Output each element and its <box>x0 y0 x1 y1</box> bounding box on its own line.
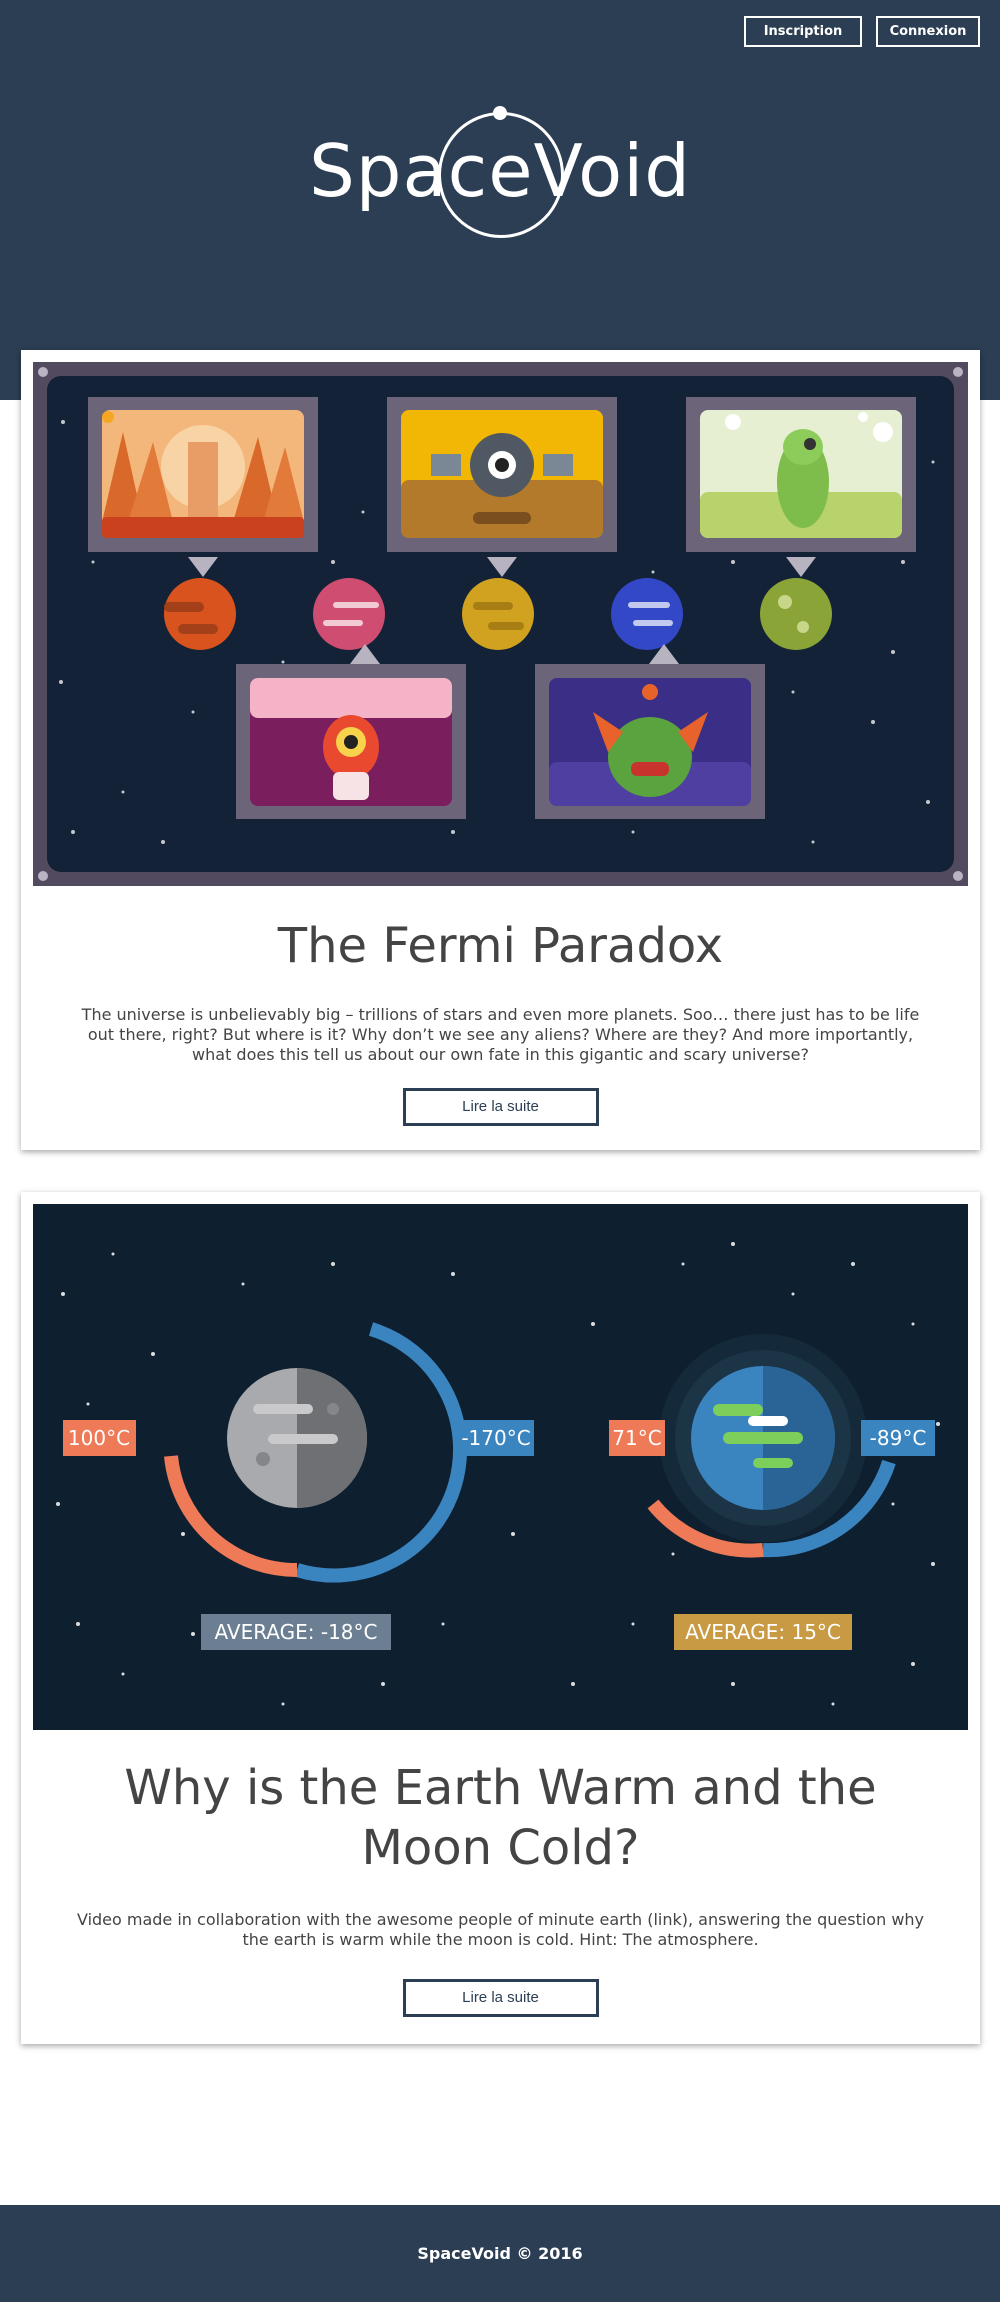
post-illustration-fermi[interactable] <box>33 362 968 886</box>
auth-buttons: Inscription Connexion <box>744 16 980 47</box>
moon-average-temp: AVERAGE: -18°C <box>215 1620 378 1644</box>
post-card-fermi: The Fermi Paradox The universe is unbeli… <box>21 350 980 1150</box>
post-illustration-earth-moon[interactable]: 100°C -170°C AVERAGE: -18°C 71°C -89°C A… <box>33 1204 968 1730</box>
read-more-button[interactable]: Lire la suite <box>402 1088 599 1126</box>
footer-copyright: SpaceVoid © 2016 <box>417 2244 583 2263</box>
earth-cold-temp: -89°C <box>870 1426 927 1450</box>
fermi-illustration <box>33 362 968 886</box>
earth-hot-temp: 71°C <box>612 1426 661 1450</box>
read-more-button[interactable]: Lire la suite <box>402 1979 599 2017</box>
post-title[interactable]: Why is the Earth Warm and the Moon Cold? <box>21 1758 980 1878</box>
signup-button[interactable]: Inscription <box>744 16 862 47</box>
site-footer: SpaceVoid © 2016 <box>0 2205 1000 2302</box>
post-card-earth-moon: 100°C -170°C AVERAGE: -18°C 71°C -89°C A… <box>21 1192 980 2044</box>
moon-hot-temp: 100°C <box>68 1426 130 1450</box>
login-button[interactable]: Connexion <box>876 16 980 47</box>
post-excerpt: Video made in collaboration with the awe… <box>76 1910 925 1949</box>
post-excerpt: The universe is unbelievably big – trill… <box>81 1005 920 1064</box>
post-title[interactable]: The Fermi Paradox <box>21 916 980 976</box>
site-header: Inscription Connexion SpaceVoid <box>0 0 1000 400</box>
earth-average-temp: AVERAGE: 15°C <box>685 1620 841 1644</box>
moon-cold-temp: -170°C <box>461 1426 530 1450</box>
site-logo[interactable]: SpaceVoid <box>250 98 750 258</box>
logo-text: SpaceVoid <box>309 129 691 213</box>
logo-orbit-dot <box>493 106 507 120</box>
earth-moon-illustration: 100°C -170°C AVERAGE: -18°C 71°C -89°C A… <box>33 1204 968 1730</box>
